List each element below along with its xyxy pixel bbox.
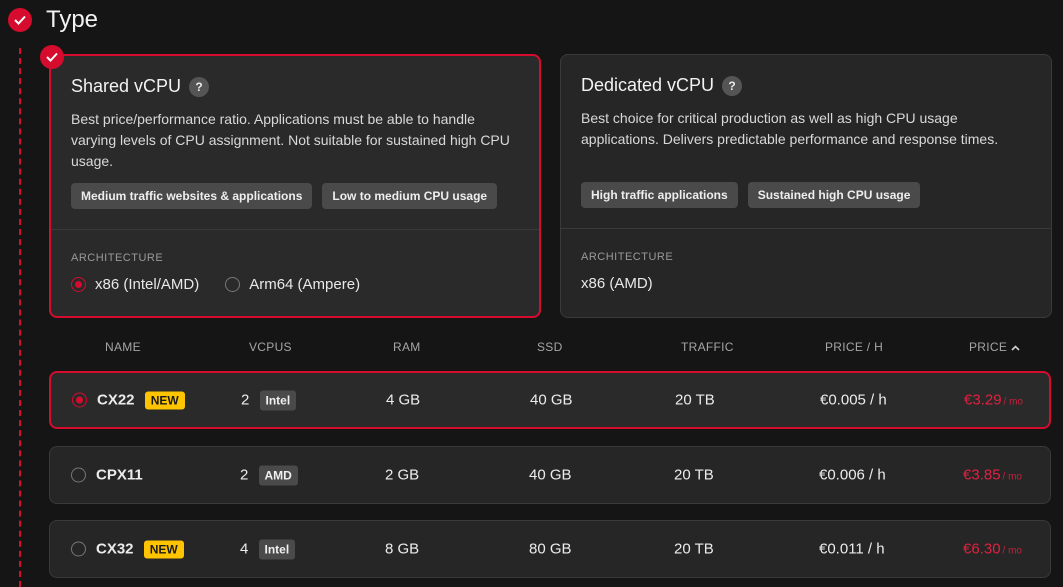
card-title: Dedicated vCPU <box>581 75 715 95</box>
card-info: Shared vCPU ? Best price/performance rat… <box>51 56 539 230</box>
cpu-vendor-badge: AMD <box>258 465 298 486</box>
card-info: Dedicated vCPU ? Best choice for critica… <box>561 55 1051 229</box>
radio-selected-icon[interactable] <box>72 392 87 408</box>
price-cell: €3.29/ mo <box>964 392 1023 409</box>
help-icon[interactable]: ? <box>189 76 210 97</box>
radio-icon[interactable] <box>225 277 241 292</box>
ssd-cell: 80 GB <box>529 540 572 558</box>
type-card-dedicated-vcpu[interactable]: Dedicated vCPU ? Best choice for critica… <box>560 54 1052 318</box>
selected-check-icon <box>40 45 64 69</box>
price-period: / mo <box>1002 471 1022 483</box>
column-header-ram[interactable]: RAM <box>393 340 421 354</box>
column-header-price[interactable]: PRICE <box>969 340 1020 354</box>
type-card-shared-vcpu[interactable]: Shared vCPU ? Best price/performance rat… <box>40 45 541 318</box>
column-header-price-label: PRICE <box>969 340 1008 354</box>
card-title: Shared vCPU <box>71 76 182 96</box>
price-value: €6.30 <box>963 540 1001 558</box>
vcpu-cell: 2 AMD <box>240 465 298 486</box>
arch-option-x86[interactable]: x86 (Intel/AMD) <box>71 276 199 293</box>
section-header: Type <box>8 6 98 34</box>
ssd-cell: 40 GB <box>529 466 572 484</box>
table-row[interactable]: CX22 NEW 2 Intel 4 GB 40 GB 20 TB €0.005… <box>49 371 1051 429</box>
table-header: NAME VCPUS RAM SSD TRAFFIC PRICE / H PRI… <box>49 340 1051 356</box>
card-description: Best price/performance ratio. Applicatio… <box>71 111 510 169</box>
architecture-label: ARCHITECTURE <box>581 251 674 263</box>
column-header-ssd[interactable]: SSD <box>537 340 563 354</box>
ram-cell: 2 GB <box>385 466 420 484</box>
price-period: / mo <box>1002 545 1022 557</box>
card-tags: Medium traffic websites & applications L… <box>71 183 498 209</box>
server-name: CX22 NEW <box>97 391 185 410</box>
radio-selected-icon[interactable] <box>71 277 86 292</box>
vcpu-count: 2 <box>240 466 249 484</box>
column-header-price-hour[interactable]: PRICE / H <box>825 340 883 354</box>
vcpu-cell: 4 Intel <box>240 539 296 560</box>
price-hour-cell: €0.005 / h <box>820 391 887 409</box>
table-row[interactable]: CPX11 2 AMD 2 GB 40 GB 20 TB €0.006 / h … <box>49 446 1051 504</box>
new-badge: NEW <box>143 540 184 559</box>
traffic-cell: 20 TB <box>674 540 714 558</box>
cpu-vendor-badge: Intel <box>259 390 297 411</box>
traffic-cell: 20 TB <box>675 391 715 409</box>
column-header-traffic[interactable]: TRAFFIC <box>681 340 734 354</box>
architecture-section: ARCHITECTURE x86 (AMD) <box>561 229 1051 312</box>
arch-option-arm64[interactable]: Arm64 (Ampere) <box>225 276 360 293</box>
radio-icon[interactable] <box>71 541 86 557</box>
traffic-cell: 20 TB <box>674 466 714 484</box>
chevron-up-icon <box>1011 340 1020 354</box>
price-value: €3.85 <box>963 466 1001 484</box>
ram-cell: 4 GB <box>386 391 421 409</box>
tag: Low to medium CPU usage <box>322 183 498 209</box>
tag: Medium traffic websites & applications <box>71 183 313 209</box>
arch-option-label: Arm64 (Ampere) <box>249 276 361 293</box>
server-type-page: Type Shared vCPU ? Best price/performanc… <box>0 0 1063 587</box>
server-name-label: CX32 <box>96 540 134 558</box>
architecture-section: ARCHITECTURE x86 (Intel/AMD) Arm64 (Ampe… <box>51 230 539 313</box>
step-progress-line <box>19 48 21 587</box>
price-hour-cell: €0.011 / h <box>819 540 885 558</box>
vcpu-count: 4 <box>240 540 249 558</box>
price-hour-cell: €0.006 / h <box>819 466 886 484</box>
column-header-vcpus[interactable]: VCPUS <box>249 340 292 354</box>
tag: Sustained high CPU usage <box>747 182 921 208</box>
column-header-name[interactable]: NAME <box>105 340 141 354</box>
price-cell: €3.85/ mo <box>963 467 1022 484</box>
vcpu-count: 2 <box>241 391 250 409</box>
tag: High traffic applications <box>581 182 738 208</box>
arch-option-label: x86 (Intel/AMD) <box>95 276 200 293</box>
server-name: CPX11 <box>96 467 143 484</box>
card-description: Best choice for critical production as w… <box>581 110 999 147</box>
radio-icon[interactable] <box>71 467 86 483</box>
card-tags: High traffic applications Sustained high… <box>581 182 921 208</box>
table-row[interactable]: CX32 NEW 4 Intel 8 GB 80 GB 20 TB €0.011… <box>49 520 1051 578</box>
server-name-label: CX22 <box>97 391 135 409</box>
price-cell: €6.30/ mo <box>963 541 1022 558</box>
architecture-value: x86 (AMD) <box>581 275 653 292</box>
price-period: / mo <box>1003 396 1023 408</box>
server-name: CX32 NEW <box>96 540 184 559</box>
ram-cell: 8 GB <box>385 540 420 558</box>
cpu-vendor-badge: Intel <box>258 539 296 560</box>
price-value: €3.29 <box>964 391 1002 409</box>
step-complete-check-icon <box>8 8 32 32</box>
server-name-label: CPX11 <box>96 466 143 484</box>
help-icon[interactable]: ? <box>722 75 743 96</box>
ssd-cell: 40 GB <box>530 391 573 409</box>
vcpu-cell: 2 Intel <box>241 390 297 411</box>
architecture-label: ARCHITECTURE <box>71 252 164 264</box>
section-title: Type <box>46 6 99 33</box>
new-badge: NEW <box>144 391 185 410</box>
